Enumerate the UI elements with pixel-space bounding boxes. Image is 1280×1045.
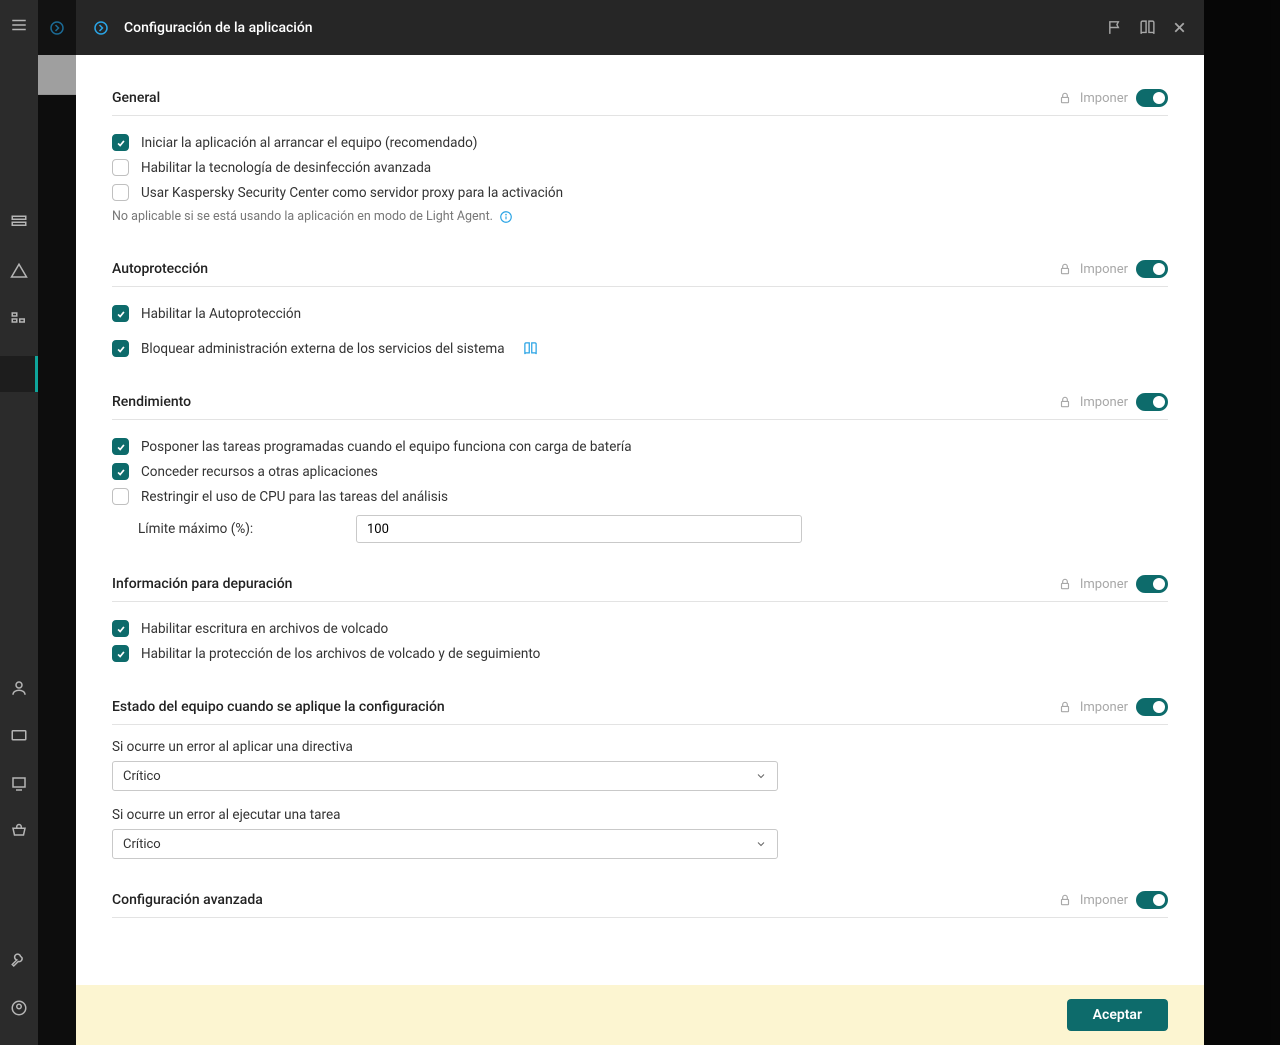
help-book-icon[interactable] xyxy=(1138,19,1156,37)
checkbox-postpone[interactable] xyxy=(112,438,129,455)
checkbox-concede[interactable] xyxy=(112,463,129,480)
menu-icon[interactable] xyxy=(8,14,30,36)
enforce-label: Imponer xyxy=(1080,91,1128,106)
enforce-control: Imponer xyxy=(1058,698,1168,716)
chevron-down-icon xyxy=(755,838,767,850)
label-start-app: Iniciar la aplicación al arrancar el equ… xyxy=(141,135,477,151)
enforce-control: Imponer xyxy=(1058,891,1168,909)
enforce-label: Imponer xyxy=(1080,700,1128,715)
enforce-control: Imponer xyxy=(1058,575,1168,593)
monitor-icon[interactable] xyxy=(8,773,30,795)
assets-icon[interactable] xyxy=(8,308,30,330)
input-max-limit[interactable] xyxy=(356,515,802,543)
panel-footer: Aceptar xyxy=(76,985,1204,1045)
label-adv-disinfection: Habilitar la tecnología de desinfección … xyxy=(141,160,431,176)
checkbox-start-app[interactable] xyxy=(112,134,129,151)
section-title: Autoprotección xyxy=(112,261,1058,277)
section-title: Estado del equipo cuando se aplique la c… xyxy=(112,699,1058,715)
section-performance: Rendimiento Imponer Posponer las tareas … xyxy=(112,393,1168,543)
enforce-toggle[interactable] xyxy=(1136,575,1168,593)
settings-panel: Configuración de la aplicación General I… xyxy=(76,0,1204,1045)
close-icon[interactable] xyxy=(1170,19,1188,37)
chevron-down-icon xyxy=(755,770,767,782)
select-task-error[interactable]: Crítico xyxy=(112,829,778,859)
dashboard-icon[interactable] xyxy=(8,212,30,234)
enforce-label: Imponer xyxy=(1080,395,1128,410)
label-policy-error: Si ocurre un error al aplicar una direct… xyxy=(112,739,1168,755)
wrench-icon[interactable] xyxy=(8,949,30,971)
devices-icon[interactable] xyxy=(8,725,30,747)
checkbox-block-external[interactable] xyxy=(112,340,129,357)
active-nav-item[interactable] xyxy=(0,356,38,392)
enforce-toggle[interactable] xyxy=(1136,698,1168,716)
label-restrict-cpu: Restringir el uso de CPU para las tareas… xyxy=(141,489,448,505)
lock-icon xyxy=(1058,395,1072,409)
section-general: General Imponer Iniciar la aplicación al… xyxy=(112,89,1168,228)
enforce-toggle[interactable] xyxy=(1136,891,1168,909)
app-sidebar xyxy=(0,0,38,1045)
book-icon[interactable] xyxy=(523,341,538,356)
enforce-label: Imponer xyxy=(1080,262,1128,277)
flag-icon[interactable] xyxy=(1106,19,1124,37)
users-icon[interactable] xyxy=(8,677,30,699)
app-icon xyxy=(92,19,110,37)
checkbox-protect-dump[interactable] xyxy=(112,645,129,662)
enforce-toggle[interactable] xyxy=(1136,393,1168,411)
section-title: Rendimiento xyxy=(112,394,1058,410)
lock-icon xyxy=(1058,700,1072,714)
label-dump: Habilitar escritura en archivos de volca… xyxy=(141,621,388,637)
section-advanced: Configuración avanzada Imponer xyxy=(112,891,1168,918)
enforce-toggle[interactable] xyxy=(1136,89,1168,107)
account-icon[interactable] xyxy=(8,997,30,1019)
label-task-error: Si ocurre un error al ejecutar una tarea xyxy=(112,807,1168,823)
select-policy-error[interactable]: Crítico xyxy=(112,761,778,791)
label-postpone: Posponer las tareas programadas cuando e… xyxy=(141,439,632,455)
panel-body: General Imponer Iniciar la aplicación al… xyxy=(76,55,1204,1045)
checkbox-ksc-proxy[interactable] xyxy=(112,184,129,201)
section-state: Estado del equipo cuando se aplique la c… xyxy=(112,698,1168,859)
note-light-agent: No aplicable si se está usando la aplica… xyxy=(112,205,1168,228)
section-debug: Información para depuración Imponer Habi… xyxy=(112,575,1168,666)
lock-icon xyxy=(1058,577,1072,591)
alert-icon[interactable] xyxy=(8,260,30,282)
checkbox-restrict-cpu[interactable] xyxy=(112,488,129,505)
checkbox-dump[interactable] xyxy=(112,620,129,637)
section-title: Configuración avanzada xyxy=(112,892,1058,908)
section-title: Información para depuración xyxy=(112,576,1058,592)
enforce-label: Imponer xyxy=(1080,893,1128,908)
page-title: Configuración de la aplicación xyxy=(124,20,313,36)
lock-icon xyxy=(1058,893,1072,907)
enforce-control: Imponer xyxy=(1058,260,1168,278)
lock-icon xyxy=(1058,91,1072,105)
lock-icon xyxy=(1058,262,1072,276)
label-concede: Conceder recursos a otras aplicaciones xyxy=(141,464,378,480)
accept-button[interactable]: Aceptar xyxy=(1067,999,1168,1031)
label-block-external: Bloquear administración externa de los s… xyxy=(141,341,505,357)
label-max-limit: Límite máximo (%): xyxy=(138,521,356,537)
label-selfprotect: Habilitar la Autoprotección xyxy=(141,306,301,322)
label-ksc-proxy: Usar Kaspersky Security Center como serv… xyxy=(141,185,563,201)
section-selfprotect: Autoprotección Imponer Habilitar la Auto… xyxy=(112,260,1168,361)
checkbox-selfprotect[interactable] xyxy=(112,305,129,322)
info-icon[interactable] xyxy=(499,210,513,224)
cart-icon[interactable] xyxy=(8,821,30,843)
enforce-control: Imponer xyxy=(1058,89,1168,107)
panel-header: Configuración de la aplicación xyxy=(76,0,1204,55)
enforce-toggle[interactable] xyxy=(1136,260,1168,278)
label-protect-dump: Habilitar la protección de los archivos … xyxy=(141,646,540,662)
enforce-label: Imponer xyxy=(1080,577,1128,592)
enforce-control: Imponer xyxy=(1058,393,1168,411)
checkbox-adv-disinfection[interactable] xyxy=(112,159,129,176)
section-title: General xyxy=(112,90,1058,106)
